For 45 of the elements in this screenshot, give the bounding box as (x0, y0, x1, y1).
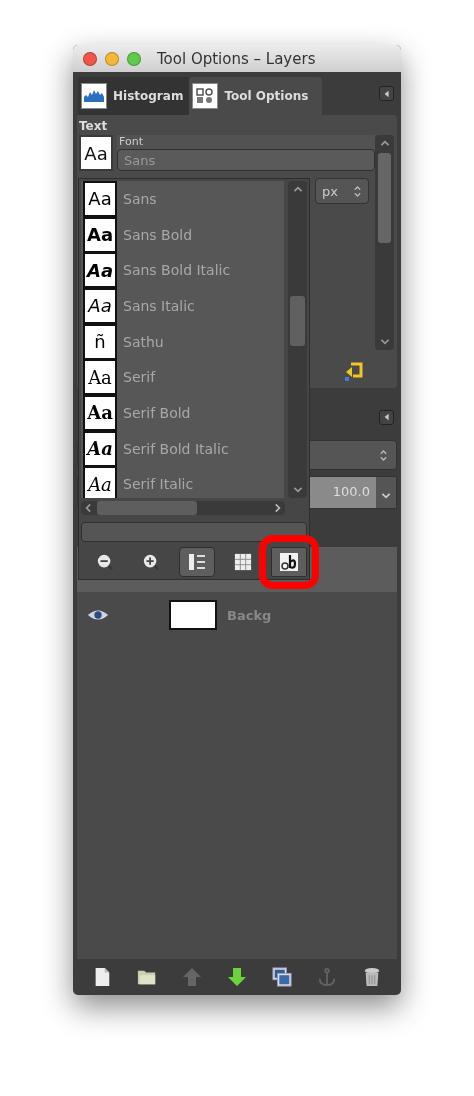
horizontal-scrollbar[interactable] (81, 501, 285, 515)
font-list-item[interactable]: Aa Serif Bold (81, 395, 285, 431)
font-list-item[interactable]: Aa Sans Bold Italic (81, 252, 285, 289)
close-button[interactable] (83, 51, 97, 66)
tab[interactable]: Histogram (78, 77, 190, 115)
zoom-button[interactable] (127, 51, 141, 66)
preview-text-field[interactable] (81, 522, 307, 542)
minimize-button[interactable] (105, 51, 119, 66)
font-list-item[interactable]: Aa Serif (81, 359, 285, 396)
triangle-left-icon (382, 89, 391, 98)
scrollbar-thumb[interactable] (378, 153, 391, 243)
section-label: Text (79, 119, 109, 133)
window-title: Tool Options – Layers (157, 49, 316, 68)
layer-thumbnail (169, 600, 217, 630)
histogram-icon (81, 83, 107, 109)
font-list-item[interactable]: Aa Sans (81, 181, 285, 217)
scrollbar[interactable] (375, 135, 394, 350)
unit-dropdown[interactable]: px (315, 178, 369, 204)
font-label: Font (118, 135, 144, 148)
tab-menu-button[interactable] (379, 86, 394, 101)
zoom-out-icon (96, 553, 114, 571)
list-view-icon (187, 552, 207, 572)
tool-options-icon (192, 83, 219, 109)
font-list-item[interactable]: Aa Sans Italic (81, 288, 285, 324)
font-list-item[interactable]: ñ Sathu (81, 323, 285, 360)
scrollbar[interactable] (288, 181, 307, 498)
duplicate-icon[interactable] (272, 967, 293, 987)
zoom-in-icon (142, 553, 160, 571)
list-view-button[interactable] (179, 547, 215, 577)
up-down-arrows-icon (353, 184, 362, 198)
scrollbar-thumb[interactable] (290, 296, 306, 346)
triangle-left-icon (382, 413, 391, 421)
scrollbar-thumb[interactable] (97, 501, 197, 515)
down-arrow-icon[interactable] (227, 967, 247, 987)
font-list-item[interactable]: Aa Sans Bold (81, 216, 285, 253)
tab-menu-button[interactable] (379, 409, 394, 425)
superscript-icon (279, 552, 299, 572)
font-preview-button[interactable]: Aa (79, 135, 113, 171)
up-down-arrows-icon (379, 448, 388, 462)
tab[interactable]: Tool Options (189, 77, 323, 115)
eye-icon[interactable] (87, 608, 109, 622)
font-list-item[interactable]: Aa Serif Bold Italic (81, 430, 285, 467)
font-list-item[interactable]: Aa Serif Italic (81, 466, 285, 498)
grid-view-icon (234, 553, 252, 571)
reset-icon[interactable] (343, 360, 365, 382)
